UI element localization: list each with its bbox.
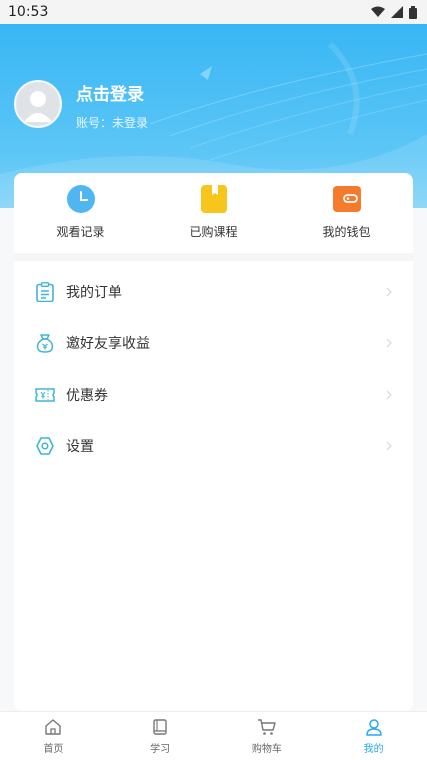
- status-time: 10:53: [8, 4, 49, 20]
- menu-label: 优惠券: [66, 387, 108, 404]
- home-icon: [45, 719, 62, 735]
- avatar[interactable]: [14, 80, 62, 128]
- menu-item-invite-friends[interactable]: 邀好友享收益: [14, 318, 413, 370]
- default-avatar-icon: [24, 91, 52, 122]
- book-icon: [153, 719, 167, 735]
- menu-label: 邀好友享收益: [66, 336, 150, 353]
- chevron-right-icon: [386, 390, 392, 400]
- money-bag-icon: [34, 332, 56, 354]
- clock-icon: [66, 185, 95, 213]
- menu-item-orders[interactable]: 我的订单: [14, 266, 413, 318]
- coupon-icon: [34, 384, 56, 406]
- nav-label: 我的: [363, 744, 384, 755]
- nav-study[interactable]: 学习: [120, 717, 200, 755]
- chevron-right-icon: [386, 338, 392, 348]
- menu-item-settings[interactable]: 设置: [14, 421, 413, 473]
- quick-label: 观看记录: [56, 225, 105, 239]
- nav-label: 首页: [43, 744, 64, 755]
- quick-actions: 观看记录 已购课程 我的钱包: [14, 173, 413, 251]
- menu-list: 我的订单 邀好友享收益 优惠券 设置: [14, 266, 413, 472]
- menu-label: 设置: [66, 439, 94, 456]
- clipboard-icon: [34, 281, 56, 303]
- quick-watch-history[interactable]: 观看记录: [36, 184, 126, 240]
- quick-label: 已购课程: [189, 225, 238, 239]
- nav-label: 购物车: [251, 744, 282, 755]
- cart-icon: [257, 719, 276, 735]
- menu-label: 我的订单: [66, 284, 122, 301]
- gear-icon: [34, 435, 56, 457]
- chevron-right-icon: [386, 287, 392, 297]
- menu-item-coupons[interactable]: 优惠券: [14, 369, 413, 421]
- nav-home[interactable]: 首页: [13, 717, 93, 755]
- wifi-icon: [371, 6, 385, 17]
- bottom-nav: 首页 学习 购物车 我的: [0, 711, 427, 760]
- status-icons: [371, 5, 417, 19]
- nav-mine[interactable]: 我的: [334, 717, 414, 755]
- person-icon: [365, 719, 382, 736]
- account-status: 账号：未登录: [76, 116, 149, 130]
- signal-icon: [391, 6, 403, 18]
- login-title[interactable]: 点击登录: [76, 80, 144, 105]
- quick-wallet[interactable]: 我的钱包: [302, 184, 392, 240]
- nav-cart[interactable]: 购物车: [227, 717, 307, 755]
- chevron-right-icon: [386, 441, 392, 451]
- bookmark-icon: [200, 185, 227, 213]
- section-divider: [14, 253, 413, 261]
- quick-purchased-courses[interactable]: 已购课程: [169, 184, 259, 240]
- wallet-icon: [332, 186, 361, 212]
- status-bar: 10:53: [0, 0, 427, 24]
- nav-label: 学习: [150, 744, 171, 755]
- battery-icon: [409, 5, 417, 19]
- profile-card: 观看记录 已购课程 我的钱包 我的订单 邀好友享收益 优惠券 设置: [14, 173, 413, 711]
- quick-label: 我的钱包: [322, 225, 371, 239]
